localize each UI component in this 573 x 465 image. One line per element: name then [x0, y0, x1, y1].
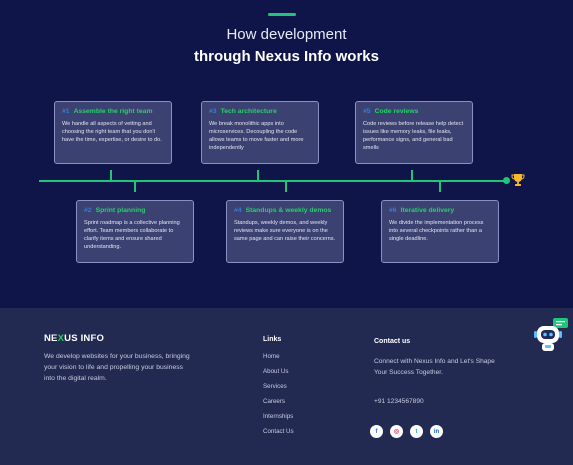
step-card: #5 Code reviews Code reviews before relea… [355, 101, 473, 164]
step-card: #2 Sprint planning Sprint roadmap is a co… [76, 200, 194, 263]
facebook-icon[interactable]: f [370, 425, 383, 438]
step-title: Standups & weekly demos [245, 207, 332, 214]
footer-link-internships[interactable]: Internships [263, 413, 293, 420]
step-description: Sprint roadmap is a collective planning … [84, 220, 180, 250]
step-card: #4 Standups & weekly demos Standups, week… [226, 200, 344, 263]
footer-tagline: We develop websites for your business, b… [44, 353, 190, 382]
footer-link-services[interactable]: Services [263, 383, 287, 390]
timeline-connector [134, 182, 136, 192]
step-description: We handle all aspects of vetting and cho… [62, 121, 162, 143]
step-title: Sprint planning [95, 207, 146, 214]
contact-heading: Contact us [374, 338, 411, 345]
timeline-connector [257, 170, 259, 180]
logo-text-prefix: NE [44, 333, 58, 344]
section-title-line1: How development [226, 26, 347, 43]
contact-phone[interactable]: +91 1234567890 [374, 398, 424, 405]
footer-logo[interactable]: NEXUS INFO [44, 333, 104, 344]
footer-link-contact-us[interactable]: Contact Us [263, 428, 294, 435]
step-number: #5 [363, 108, 371, 115]
step-title: Tech architecture [220, 108, 277, 115]
step-number: #1 [62, 108, 70, 115]
footer-link-about-us[interactable]: About Us [263, 368, 288, 375]
section-accent-bar [268, 13, 296, 16]
instagram-icon[interactable]: ◎ [390, 425, 403, 438]
step-description: We divide the implementation process int… [389, 220, 484, 242]
footer-link-careers[interactable]: Careers [263, 398, 285, 405]
step-card: #3 Tech architecture We break monolithic … [201, 101, 319, 164]
step-number: #6 [389, 207, 397, 214]
trophy-icon [511, 174, 525, 186]
step-description: Code reviews before release help detect … [363, 121, 464, 151]
twitter-icon[interactable]: t [410, 425, 423, 438]
timeline-connector [110, 170, 112, 180]
step-number: #3 [209, 108, 217, 115]
step-description: We break monolithic apps into microservi… [209, 121, 304, 151]
timeline-connector [439, 182, 441, 192]
process-section: How development through Nexus Info works… [0, 0, 573, 308]
step-description: Standups, weekly demos, and weekly revie… [234, 220, 336, 242]
timeline-connector [285, 182, 287, 192]
step-card: #1 Assemble the right team We handle all … [54, 101, 172, 164]
timeline-end-dot [503, 177, 510, 184]
step-number: #2 [84, 207, 92, 214]
step-card: #6 Iterative delivery We divide the imple… [381, 200, 499, 263]
step-title: Assemble the right team [73, 108, 153, 115]
logo-text-suffix: US INFO [64, 333, 105, 344]
chatbot-icon[interactable] [532, 316, 570, 354]
footer-link-home[interactable]: Home [263, 353, 280, 360]
timeline-connector [411, 170, 413, 180]
timeline-line [39, 180, 508, 182]
step-title: Code reviews [374, 108, 419, 115]
step-title: Iterative delivery [400, 207, 455, 214]
contact-text: Connect with Nexus Info and Let's Shape … [374, 358, 495, 376]
step-number: #4 [234, 207, 242, 214]
links-heading: Links [263, 336, 282, 343]
section-title-line2: through Nexus Info works [193, 48, 379, 65]
linkedin-icon[interactable]: in [430, 425, 443, 438]
